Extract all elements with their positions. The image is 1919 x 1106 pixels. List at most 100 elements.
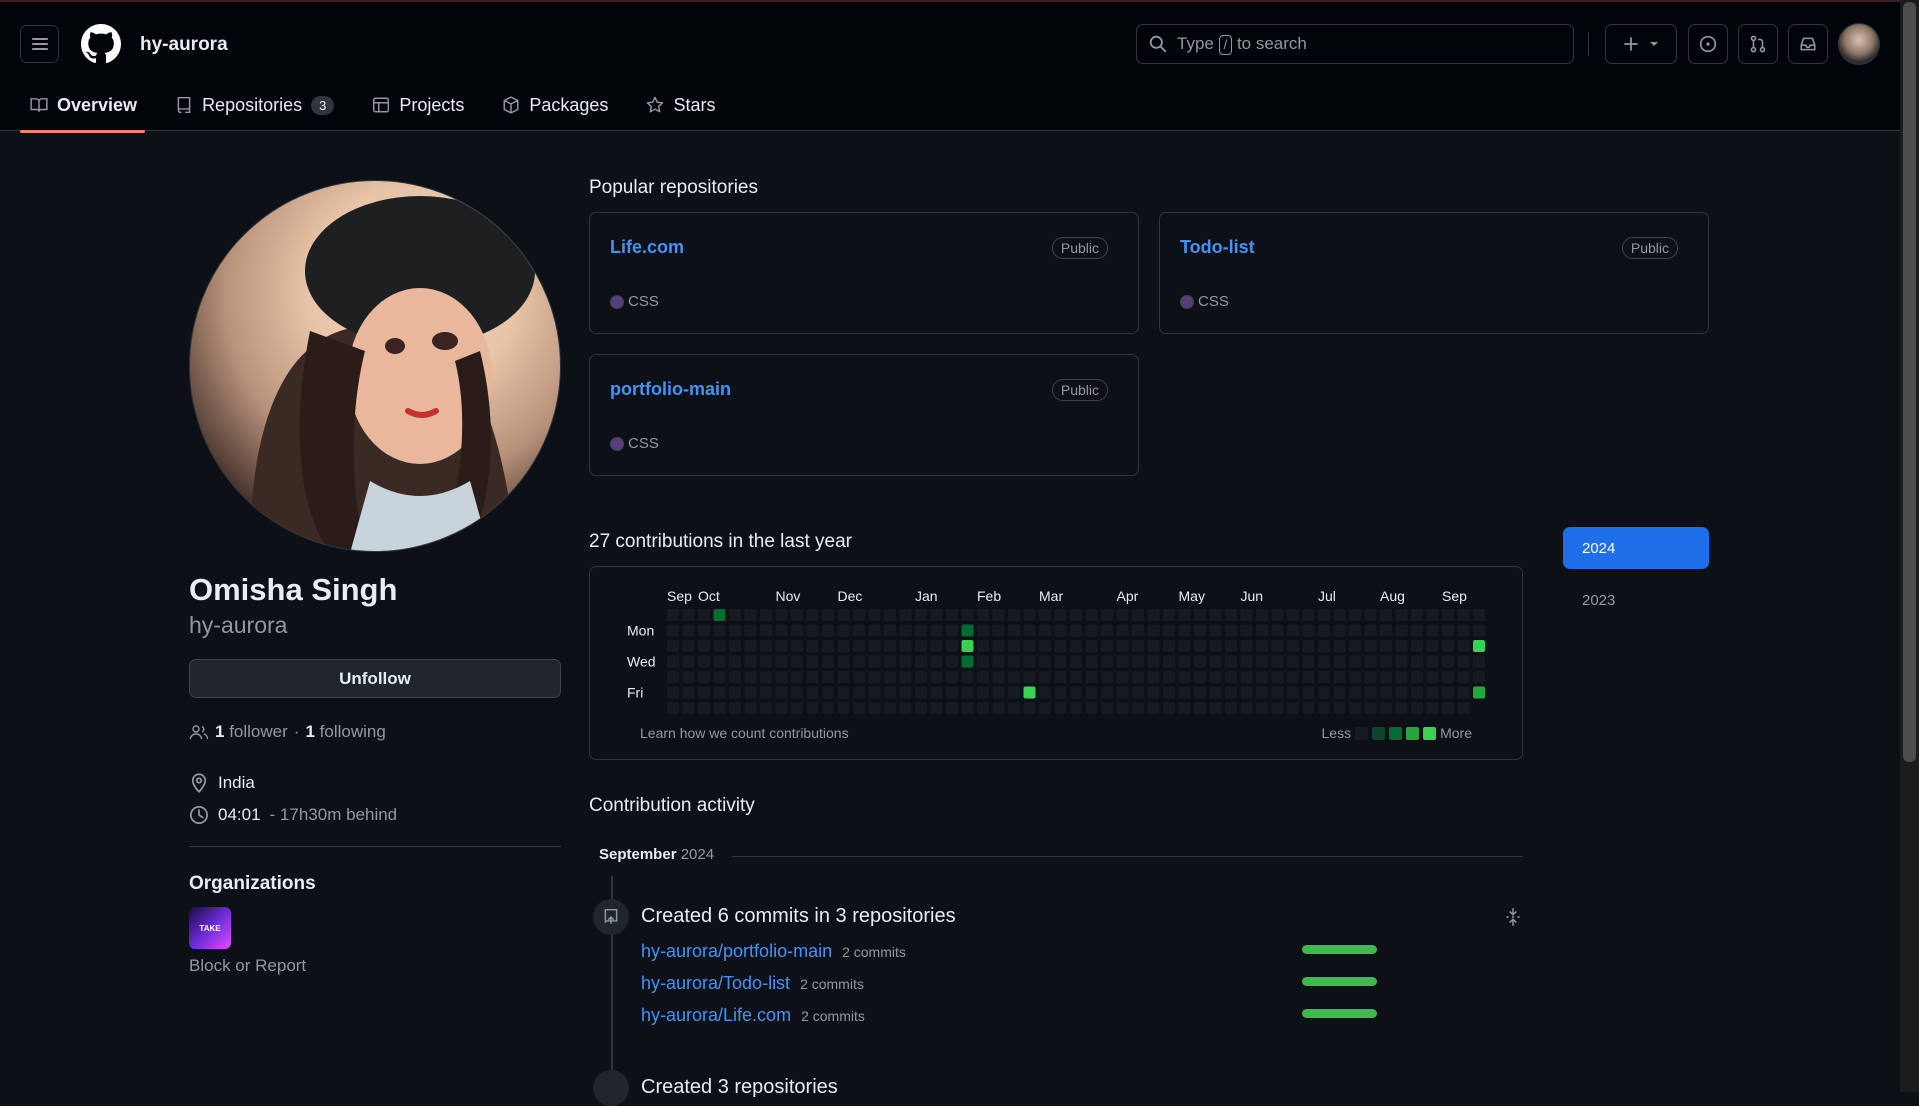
hamburger-menu-button[interactable] (20, 25, 59, 63)
contribution-day-cell[interactable] (1426, 671, 1439, 683)
contribution-day-cell[interactable] (1178, 640, 1191, 652)
contribution-day-cell[interactable] (1349, 702, 1361, 714)
contribution-day-cell[interactable] (868, 671, 881, 683)
commit-repo-link[interactable]: hy-aurora/Todo-list (641, 973, 790, 994)
contribution-day-cell[interactable] (1442, 624, 1454, 637)
contribution-day-cell[interactable] (729, 609, 741, 621)
contribution-day-cell[interactable] (899, 624, 912, 637)
contribution-day-cell[interactable] (1333, 686, 1346, 699)
contribution-day-cell[interactable] (667, 655, 679, 668)
contribution-day-cell[interactable] (729, 671, 741, 683)
contribution-day-cell[interactable] (791, 686, 803, 699)
contribution-day-cell[interactable] (1349, 624, 1361, 637)
contribution-day-cell[interactable] (791, 655, 803, 668)
contribution-day-cell[interactable] (1240, 655, 1253, 668)
contribution-day-cell[interactable] (853, 609, 865, 621)
contribution-day-cell[interactable] (1287, 671, 1299, 683)
contribution-day-cell[interactable] (1085, 640, 1098, 652)
contribution-day-cell[interactable] (837, 640, 850, 652)
contribution-day-cell[interactable] (1271, 702, 1284, 714)
contribution-day-cell[interactable] (1225, 671, 1237, 683)
contribution-day-cell[interactable] (1302, 686, 1315, 699)
contribution-day-cell[interactable] (837, 671, 850, 683)
contribution-day-cell[interactable] (1054, 640, 1067, 652)
contribution-day-cell[interactable] (1132, 609, 1144, 621)
contribution-day-cell[interactable] (1023, 671, 1036, 683)
contribution-day-cell[interactable] (1442, 609, 1454, 621)
contribution-day-cell[interactable] (930, 671, 943, 683)
commit-count-link[interactable]: 2 commits (842, 944, 906, 960)
contribution-day-cell[interactable] (977, 671, 989, 683)
commit-repo-link[interactable]: hy-aurora/portfolio-main (641, 941, 832, 962)
contribution-day-cell[interactable] (1256, 686, 1268, 699)
contribution-day-cell[interactable] (806, 624, 819, 637)
contribution-day-cell[interactable] (1473, 686, 1485, 699)
contribution-day-cell[interactable] (1023, 655, 1036, 668)
contribution-day-cell[interactable] (884, 609, 896, 621)
contribution-day-cell[interactable] (1240, 686, 1253, 699)
contribution-day-cell[interactable] (1085, 686, 1098, 699)
contribution-day-cell[interactable] (713, 640, 726, 652)
contribution-day-cell[interactable] (946, 655, 958, 668)
contribution-day-cell[interactable] (1225, 624, 1237, 637)
contribution-day-cell[interactable] (1147, 686, 1160, 699)
contribution-day-cell[interactable] (1194, 640, 1206, 652)
contribution-day-cell[interactable] (1132, 686, 1144, 699)
activity-summary[interactable]: Created 6 commits in 3 repositories (641, 905, 956, 928)
contribution-day-cell[interactable] (1364, 686, 1377, 699)
contribution-day-cell[interactable] (1473, 609, 1485, 621)
contribution-day-cell[interactable] (744, 686, 757, 699)
contribution-day-cell[interactable] (1054, 624, 1067, 637)
contribution-day-cell[interactable] (1070, 686, 1082, 699)
contribution-day-cell[interactable] (775, 624, 788, 637)
contribution-day-cell[interactable] (946, 624, 958, 637)
contribution-day-cell[interactable] (1457, 624, 1470, 637)
contribution-day-cell[interactable] (791, 624, 803, 637)
contribution-day-cell[interactable] (1256, 609, 1268, 621)
contribution-day-cell[interactable] (791, 671, 803, 683)
contribution-day-cell[interactable] (961, 640, 974, 652)
contribution-day-cell[interactable] (713, 686, 726, 699)
contribution-day-cell[interactable] (915, 702, 927, 714)
contribution-day-cell[interactable] (992, 609, 1005, 621)
contribution-day-cell[interactable] (1008, 609, 1020, 621)
contribution-day-cell[interactable] (698, 702, 710, 714)
contribution-day-cell[interactable] (915, 655, 927, 668)
contribution-day-cell[interactable] (698, 686, 710, 699)
contribution-day-cell[interactable] (1085, 671, 1098, 683)
contribution-day-cell[interactable] (1333, 640, 1346, 652)
contribution-day-cell[interactable] (698, 640, 710, 652)
contribution-day-cell[interactable] (1008, 671, 1020, 683)
contribution-day-cell[interactable] (899, 702, 912, 714)
contribution-day-cell[interactable] (1473, 640, 1485, 652)
contribution-day-cell[interactable] (930, 609, 943, 621)
contribution-day-cell[interactable] (1364, 655, 1377, 668)
contribution-day-cell[interactable] (1225, 609, 1237, 621)
contribution-day-cell[interactable] (1225, 702, 1237, 714)
contribution-day-cell[interactable] (961, 655, 974, 668)
contribution-day-cell[interactable] (682, 655, 695, 668)
contribution-day-cell[interactable] (1287, 624, 1299, 637)
contribution-day-cell[interactable] (1302, 640, 1315, 652)
contribution-day-cell[interactable] (1194, 624, 1206, 637)
contribution-day-cell[interactable] (1318, 624, 1330, 637)
contribution-day-cell[interactable] (977, 655, 989, 668)
contribution-day-cell[interactable] (713, 624, 726, 637)
contribution-day-cell[interactable] (1163, 671, 1175, 683)
contribution-day-cell[interactable] (977, 609, 989, 621)
contribution-day-cell[interactable] (1364, 671, 1377, 683)
contribution-day-cell[interactable] (977, 702, 989, 714)
contribution-day-cell[interactable] (1116, 671, 1129, 683)
contribution-day-cell[interactable] (1364, 702, 1377, 714)
contribution-day-cell[interactable] (760, 640, 772, 652)
contribution-day-cell[interactable] (899, 671, 912, 683)
followers-link[interactable]: 1 follower (215, 722, 288, 742)
contribution-day-cell[interactable] (1442, 655, 1454, 668)
contribution-day-cell[interactable] (1209, 609, 1222, 621)
contribution-day-cell[interactable] (1132, 640, 1144, 652)
contribution-day-cell[interactable] (1054, 686, 1067, 699)
contribution-day-cell[interactable] (760, 655, 772, 668)
contribution-day-cell[interactable] (1395, 702, 1408, 714)
contribution-day-cell[interactable] (1023, 640, 1036, 652)
contribution-day-cell[interactable] (822, 655, 834, 668)
